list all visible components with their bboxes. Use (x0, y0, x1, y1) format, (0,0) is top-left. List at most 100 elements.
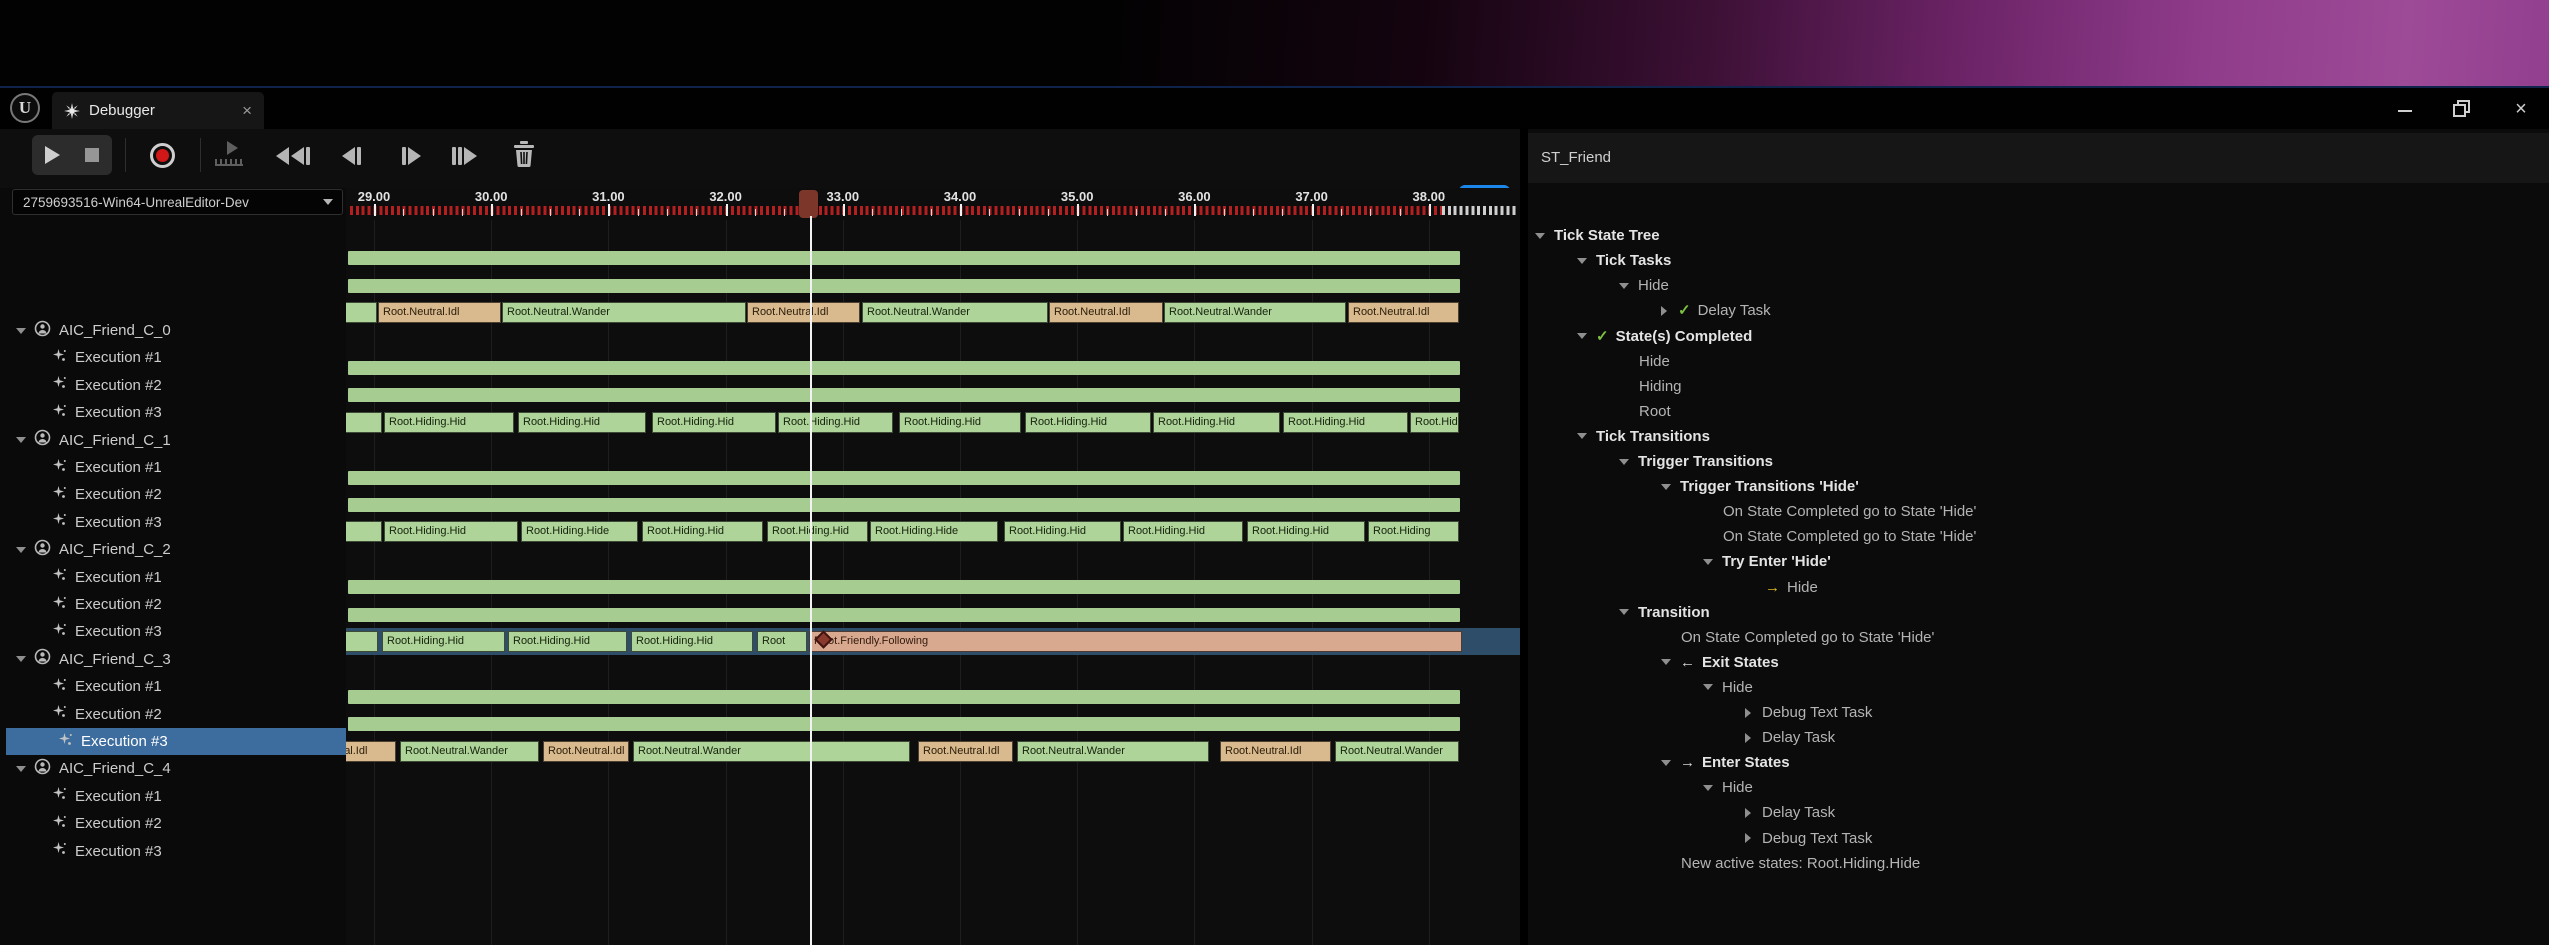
detail-row[interactable]: Hide (1703, 775, 1753, 800)
expander-down-icon[interactable] (16, 766, 26, 772)
state-segment: Root.Hiding.Hid (652, 412, 776, 433)
expander-down-icon[interactable] (1661, 760, 1671, 766)
expander-right-icon[interactable] (1745, 808, 1751, 818)
expander-down-icon[interactable] (1577, 258, 1587, 264)
step-forward-button[interactable] (402, 144, 421, 168)
detail-row[interactable]: Try Enter 'Hide' (1703, 549, 1831, 574)
session-dropdown[interactable]: 2759693516-Win64-UnrealEditor-Dev (12, 189, 343, 215)
detail-row[interactable]: ✓Delay Task (1661, 298, 1771, 323)
step-first-button[interactable] (276, 144, 310, 168)
execution-row[interactable]: Execution #1 (0, 564, 346, 591)
expander-down-icon[interactable] (1577, 433, 1587, 439)
expander-right-icon[interactable] (1745, 733, 1751, 743)
detail-row[interactable]: Transition (1619, 600, 1710, 625)
expander-down-icon[interactable] (1535, 233, 1545, 239)
detail-row[interactable]: Hide (1619, 349, 1670, 374)
detail-row[interactable]: New active states: Root.Hiding.Hide (1661, 851, 1920, 876)
expander-down-icon[interactable] (1703, 785, 1713, 791)
state-segment: Root.Neutral.Wander (400, 741, 539, 762)
execution-row[interactable]: Execution #1 (0, 344, 346, 371)
detail-row[interactable]: Hide (1703, 675, 1753, 700)
detail-row[interactable]: ←Exit States (1661, 650, 1779, 675)
execution-row[interactable]: Execution #3 (0, 618, 346, 645)
expander-down-icon[interactable] (1661, 659, 1671, 665)
play-icon[interactable] (45, 146, 60, 164)
detail-row[interactable]: Debug Text Task (1745, 826, 1872, 851)
scrub-handle[interactable] (799, 190, 818, 218)
expander-right-icon[interactable] (1745, 833, 1751, 843)
detail-row[interactable]: →Hide (1745, 575, 1818, 600)
execution-row[interactable]: Execution #1 (0, 783, 346, 810)
expander-down-icon[interactable] (1661, 484, 1671, 490)
expander-down-icon[interactable] (1577, 333, 1587, 339)
detail-row[interactable]: Trigger Transitions (1619, 449, 1773, 474)
record-button[interactable] (150, 143, 175, 168)
expander-down-icon[interactable] (16, 656, 26, 662)
trash-icon[interactable] (513, 141, 535, 167)
state-segment: Root.Hiding.Hide (521, 521, 638, 542)
instance-row[interactable]: AIC_Friend_C_0 (0, 317, 346, 344)
detail-row[interactable]: On State Completed go to State 'Hide' (1661, 625, 1934, 650)
wallpaper-gradient (1100, 0, 2549, 86)
tab-close-icon[interactable]: × (242, 103, 252, 119)
expander-down-icon[interactable] (1703, 559, 1713, 565)
detail-label: Hide (1639, 353, 1670, 370)
state-segment: Root.Neutral.Idl (747, 302, 860, 323)
tab-debugger[interactable]: Debugger × (52, 92, 264, 129)
instance-row[interactable]: AIC_Friend_C_1 (0, 427, 346, 454)
execution-row[interactable]: Execution #2 (0, 372, 346, 399)
execution-row[interactable]: Execution #2 (0, 591, 346, 618)
detail-row[interactable]: Tick Transitions (1577, 424, 1710, 449)
expander-down-icon[interactable] (16, 328, 26, 334)
minimize-button[interactable] (2390, 96, 2420, 122)
ruler-major-tick (374, 204, 376, 216)
timeline-area[interactable]: Root.Neutral.WanderRoot.Neutral.IdlRoot.… (346, 188, 1520, 945)
detail-row[interactable]: Tick State Tree (1535, 223, 1660, 248)
detail-row[interactable]: →Enter States (1661, 750, 1790, 775)
execution-row[interactable]: Execution #3 (0, 509, 346, 536)
detail-row[interactable]: Debug Text Task (1745, 700, 1872, 725)
timeline-ruler[interactable]: 29.0030.0031.0032.0033.0034.0035.0036.00… (346, 188, 1520, 220)
execution-row[interactable]: Execution #2 (0, 810, 346, 837)
instance-row[interactable]: AIC_Friend_C_2 (0, 536, 346, 563)
detail-row[interactable]: On State Completed go to State 'Hide' (1703, 524, 1976, 549)
instance-row[interactable]: AIC_Friend_C_3 (0, 646, 346, 673)
expander-down-icon[interactable] (16, 547, 26, 553)
detail-row[interactable]: Hide (1619, 273, 1669, 298)
execution-row[interactable]: Execution #3 (0, 838, 346, 865)
restore-button[interactable] (2446, 96, 2476, 122)
execution-row[interactable]: Execution #2 (0, 701, 346, 728)
step-last-button[interactable] (452, 144, 477, 168)
panel-divider[interactable] (1520, 129, 1528, 945)
detail-row[interactable]: Root (1619, 399, 1671, 424)
instance-row[interactable]: AIC_Friend_C_4 (0, 755, 346, 782)
expander-right-icon[interactable] (1661, 306, 1667, 316)
execution-row[interactable]: Execution #2 (0, 481, 346, 508)
expander-down-icon[interactable] (1619, 283, 1629, 289)
expander-down-icon[interactable] (1619, 609, 1629, 615)
expander-right-icon[interactable] (1745, 708, 1751, 718)
detail-row[interactable]: Delay Task (1745, 725, 1835, 750)
expander-down-icon[interactable] (1619, 459, 1629, 465)
close-button[interactable]: × (2506, 96, 2536, 122)
detail-row[interactable]: On State Completed go to State 'Hide' (1703, 499, 1976, 524)
step-back-button[interactable] (342, 144, 361, 168)
detail-row[interactable]: Tick Tasks (1577, 248, 1671, 273)
detail-row[interactable]: ✓State(s) Completed (1577, 324, 1752, 349)
detail-row[interactable]: Trigger Transitions 'Hide' (1661, 474, 1859, 499)
state-segment: Root.Neutral.Wander (862, 302, 1048, 323)
play-to-position-button[interactable] (215, 141, 247, 171)
playhead-line[interactable] (810, 216, 812, 945)
execution-row-selected[interactable]: Execution #3 (6, 728, 346, 755)
stop-icon[interactable] (85, 148, 99, 162)
expander-down-icon[interactable] (1703, 684, 1713, 690)
execution-row[interactable]: Execution #3 (0, 399, 346, 426)
execution-row[interactable]: Execution #1 (0, 454, 346, 481)
expander-down-icon[interactable] (16, 437, 26, 443)
ruler-quarter-tick (1400, 209, 1401, 216)
detail-row[interactable]: Delay Task (1745, 800, 1835, 825)
activity-bar (348, 580, 1460, 594)
chevron-down-icon (323, 199, 333, 205)
execution-row[interactable]: Execution #1 (0, 673, 346, 700)
detail-row[interactable]: Hiding (1619, 374, 1682, 399)
